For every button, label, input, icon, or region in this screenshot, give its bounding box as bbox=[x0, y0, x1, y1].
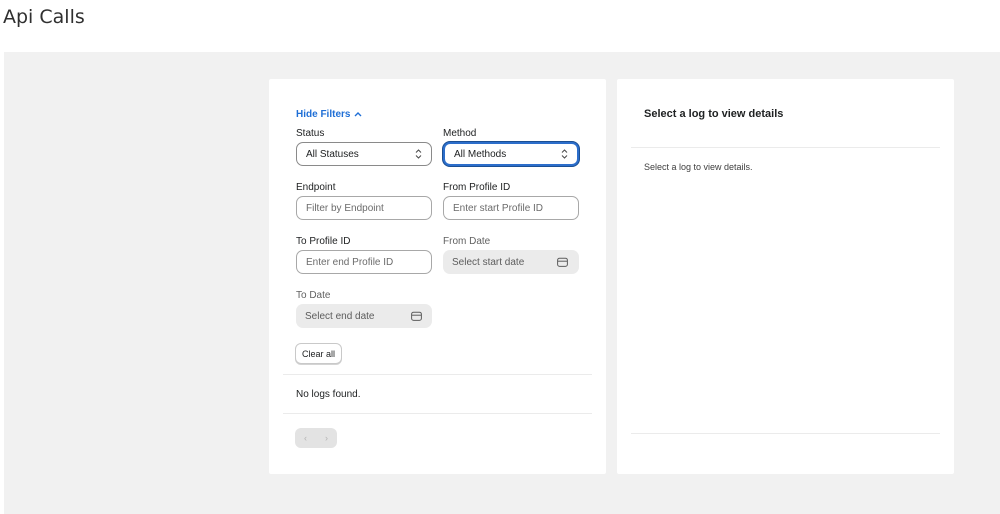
method-label: Method bbox=[443, 128, 477, 139]
to-date-picker[interactable]: Select end date bbox=[296, 304, 432, 328]
from-profile-label: From Profile ID bbox=[443, 182, 511, 193]
chevron-up-icon bbox=[354, 111, 362, 116]
hide-filters-toggle[interactable]: Hide Filters bbox=[296, 109, 362, 120]
from-profile-input[interactable]: Enter start Profile ID bbox=[443, 196, 579, 220]
to-profile-input[interactable]: Enter end Profile ID bbox=[296, 250, 432, 274]
to-profile-label: To Profile ID bbox=[296, 236, 351, 247]
divider bbox=[631, 433, 940, 434]
to-date-label: To Date bbox=[296, 290, 331, 301]
status-select[interactable]: All Statuses bbox=[296, 142, 432, 166]
next-page-button[interactable]: › bbox=[316, 428, 337, 448]
method-select-value: All Methods bbox=[454, 148, 507, 160]
logs-list-card: Hide Filters Status All Statuses Method … bbox=[269, 79, 606, 474]
endpoint-label: Endpoint bbox=[296, 182, 336, 193]
method-filter: Method All Methods bbox=[443, 128, 579, 166]
from-date-filter: From Date Select start date bbox=[443, 236, 579, 274]
content-area: Hide Filters Status All Statuses Method … bbox=[4, 52, 1000, 514]
endpoint-filter: Endpoint Filter by Endpoint bbox=[296, 182, 432, 220]
hide-filters-label: Hide Filters bbox=[296, 109, 351, 120]
select-arrows-icon bbox=[415, 149, 422, 159]
calendar-icon bbox=[557, 257, 568, 267]
status-filter: Status All Statuses bbox=[296, 128, 432, 166]
details-title: Select a log to view details bbox=[644, 108, 784, 120]
divider bbox=[283, 374, 592, 375]
previous-page-button[interactable]: ‹ bbox=[295, 428, 316, 448]
from-profile-filter: From Profile ID Enter start Profile ID bbox=[443, 182, 579, 220]
divider bbox=[631, 147, 940, 148]
details-body: Select a log to view details. bbox=[644, 162, 753, 172]
from-date-label: From Date bbox=[443, 236, 491, 247]
to-date-filter: To Date Select end date bbox=[296, 290, 432, 328]
status-label: Status bbox=[296, 128, 325, 139]
from-date-picker[interactable]: Select start date bbox=[443, 250, 579, 274]
divider bbox=[283, 413, 592, 414]
endpoint-placeholder: Filter by Endpoint bbox=[306, 202, 384, 214]
select-arrows-icon bbox=[561, 149, 568, 159]
to-profile-placeholder: Enter end Profile ID bbox=[306, 256, 394, 268]
calendar-icon bbox=[411, 311, 422, 321]
empty-logs-message: No logs found. bbox=[296, 389, 361, 400]
from-profile-placeholder: Enter start Profile ID bbox=[453, 202, 544, 214]
log-details-card: Select a log to view details Select a lo… bbox=[617, 79, 954, 474]
to-date-placeholder: Select end date bbox=[305, 310, 375, 322]
pagination: ‹ › bbox=[295, 428, 337, 448]
page-title: Api Calls bbox=[3, 6, 85, 28]
to-profile-filter: To Profile ID Enter end Profile ID bbox=[296, 236, 432, 274]
method-select[interactable]: All Methods bbox=[443, 142, 579, 166]
from-date-placeholder: Select start date bbox=[452, 256, 525, 268]
clear-all-button[interactable]: Clear all bbox=[295, 343, 343, 364]
endpoint-input[interactable]: Filter by Endpoint bbox=[296, 196, 432, 220]
status-select-value: All Statuses bbox=[306, 148, 359, 160]
